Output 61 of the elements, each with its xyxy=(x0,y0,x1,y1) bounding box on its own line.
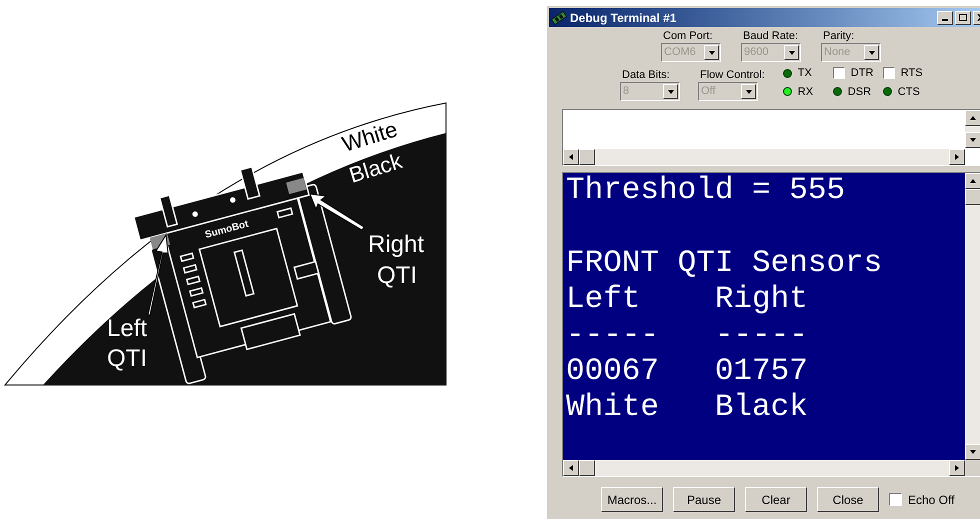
arrow-icon xyxy=(953,153,961,161)
scroll-button[interactable] xyxy=(965,173,980,189)
terminal-line: ----- ----- xyxy=(566,318,809,354)
signal-label: DTR xyxy=(850,66,874,81)
horizontal-scrollbar[interactable] xyxy=(563,460,965,476)
terminal-line: FRONT QTI Sensors xyxy=(566,246,884,282)
circuit-board-icon xyxy=(551,10,567,24)
sensor-label: Left QTI xyxy=(107,315,148,372)
signal-label: CTS xyxy=(898,84,920,100)
arrow-icon xyxy=(969,177,977,185)
window-title: Debug Terminal #1 xyxy=(570,10,676,26)
checkbox[interactable] xyxy=(882,67,895,80)
signal-label: TX xyxy=(798,66,812,81)
scroll-button[interactable] xyxy=(965,444,980,460)
input-field[interactable] xyxy=(562,109,980,166)
field-label: Baud Rate: xyxy=(742,30,800,43)
signal-label: RTS xyxy=(900,66,923,81)
arrow xyxy=(309,193,365,231)
vertical-scrollbar[interactable] xyxy=(965,173,980,460)
robot-label: SumoBot xyxy=(204,218,250,241)
terminal-line: White Black xyxy=(566,390,809,426)
signal-label: RX xyxy=(798,84,814,100)
maximize-button[interactable] xyxy=(955,10,971,24)
scroll-button[interactable] xyxy=(965,132,980,148)
signal-label: DSR xyxy=(848,84,872,100)
field-label: Parity: xyxy=(822,30,856,43)
terminal-line: Left Right xyxy=(566,282,809,318)
field-label: Flow Control: xyxy=(699,69,765,82)
minimize-button[interactable] xyxy=(937,10,953,24)
scroll-thumb[interactable] xyxy=(965,189,980,205)
scroll-button[interactable] xyxy=(949,460,965,476)
arrow-icon xyxy=(744,88,752,96)
scroll-thumb[interactable] xyxy=(579,149,595,165)
checkbox-label: Echo Off xyxy=(908,492,954,508)
scroll-button[interactable] xyxy=(563,149,579,165)
arrow-icon xyxy=(567,153,575,161)
terminal-line: 00067 01757 xyxy=(566,354,809,390)
checkbox[interactable] xyxy=(832,67,845,80)
vertical-scrollbar[interactable] xyxy=(965,110,980,148)
horizontal-scrollbar[interactable] xyxy=(563,149,965,165)
dialog-button[interactable]: Close xyxy=(817,487,879,512)
terminal-line: Threshold = 555 xyxy=(566,173,846,209)
dialog-button[interactable]: Macros... xyxy=(601,487,663,512)
arrow-icon xyxy=(567,464,575,472)
scroll-button[interactable] xyxy=(949,149,965,165)
arrow-icon xyxy=(969,114,977,122)
maximize-icon xyxy=(959,14,967,21)
arrow-icon xyxy=(666,88,674,96)
checkbox[interactable] xyxy=(889,493,902,506)
arrow-icon xyxy=(969,136,977,144)
dialog-button[interactable]: Pause xyxy=(673,487,735,512)
dialog-button[interactable]: Clear xyxy=(745,487,807,512)
scroll-button[interactable] xyxy=(563,460,579,476)
sensor-label: Right QTI xyxy=(368,231,424,289)
arrow-icon xyxy=(788,48,796,56)
arrow-icon xyxy=(868,48,876,56)
field-label: Com Port: xyxy=(662,30,714,43)
field-label: Data Bits: xyxy=(621,69,671,82)
arrow-icon xyxy=(708,48,716,56)
scroll-button[interactable] xyxy=(965,110,980,126)
scroll-thumb[interactable] xyxy=(579,460,595,476)
